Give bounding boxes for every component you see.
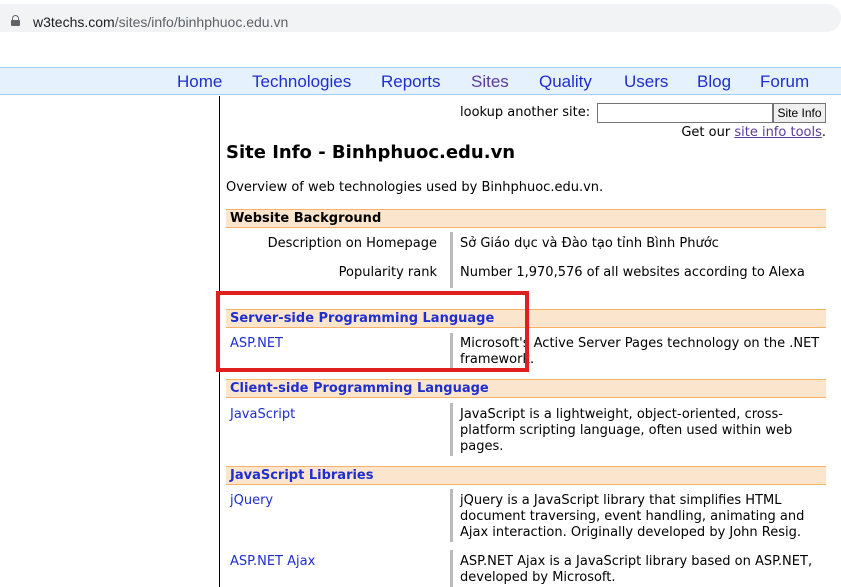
column-separator [450, 232, 453, 288]
tools-suffix: . [821, 125, 826, 140]
row-value-description: Sở Giáo dục và Đào tạo tỉnh Bình Phước [460, 236, 719, 251]
site-info-button[interactable]: Site Info [773, 103, 826, 123]
nav-reports[interactable]: Reports [381, 72, 441, 92]
section-title-link[interactable]: JavaScript Libraries [230, 468, 374, 483]
tools-prefix: Get our [681, 125, 735, 140]
url-text[interactable]: w3techs.com/sites/info/binhphuoc.edu.vn [33, 14, 288, 30]
tech-desc-aspnet-ajax: ASP.NET Ajax is a JavaScript library bas… [460, 554, 813, 585]
section-header-website-background: Website Background [226, 209, 826, 228]
top-navigation: Home Technologies Reports Sites Quality … [0, 67, 841, 95]
page-title: Site Info - Binhphuoc.edu.vn [226, 142, 516, 163]
url-domain: w3techs.com [33, 14, 115, 30]
tech-link-aspnet-ajax[interactable]: ASP.NET Ajax [230, 554, 315, 569]
url-field[interactable]: w3techs.com/sites/info/binhphuoc.edu.vn [0, 4, 841, 32]
section-title: Website Background [230, 211, 382, 226]
site-info-tools-link[interactable]: site info tools [734, 125, 822, 140]
column-separator [450, 489, 453, 542]
section-title-link[interactable]: Client-side Programming Language [230, 381, 489, 396]
row-label-description: Description on Homepage [267, 236, 437, 251]
nav-home[interactable]: Home [177, 72, 222, 92]
nav-technologies[interactable]: Technologies [252, 72, 351, 92]
section-header-client-side[interactable]: Client-side Programming Language [226, 379, 826, 398]
nav-forum[interactable]: Forum [760, 72, 809, 92]
row-label-popularity: Popularity rank [338, 265, 437, 280]
lookup-label: lookup another site: [460, 105, 591, 120]
overview-text: Overview of web technologies used by Bin… [226, 180, 604, 195]
row-value-popularity: Number 1,970,576 of all websites accordi… [460, 265, 805, 280]
site-info-tools-line: Get our site info tools. [681, 125, 826, 140]
browser-address-bar: w3techs.com/sites/info/binhphuoc.edu.vn [0, 0, 841, 66]
tech-desc-jquery: jQuery is a JavaScript library that simp… [460, 493, 805, 540]
section-header-js-libraries[interactable]: JavaScript Libraries [226, 466, 826, 485]
highlight-box [216, 291, 529, 372]
column-separator [450, 550, 453, 587]
lookup-site-input[interactable] [597, 103, 773, 123]
nav-blog[interactable]: Blog [697, 72, 731, 92]
lock-icon[interactable] [11, 15, 20, 26]
nav-sites[interactable]: Sites [471, 72, 509, 92]
url-path: /sites/info/binhphuoc.edu.vn [114, 14, 289, 30]
tech-link-jquery[interactable]: jQuery [230, 493, 273, 508]
column-separator [450, 403, 453, 456]
tech-link-javascript[interactable]: JavaScript [230, 407, 295, 422]
tech-desc-javascript: JavaScript is a lightweight, object-orie… [460, 407, 793, 454]
nav-users[interactable]: Users [624, 72, 668, 92]
nav-quality[interactable]: Quality [539, 72, 592, 92]
